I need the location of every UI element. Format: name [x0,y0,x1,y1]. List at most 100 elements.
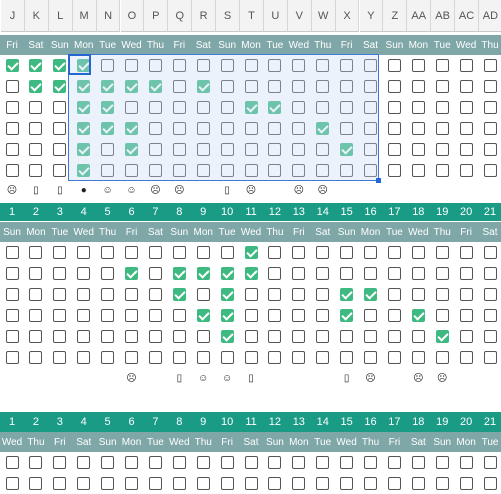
date-number[interactable]: 7 [143,203,167,221]
checkbox-unchecked[interactable] [364,351,378,364]
checkbox-unchecked[interactable] [411,246,425,259]
checkbox-cell[interactable] [359,284,383,305]
checkbox-cell[interactable] [406,473,430,494]
checkbox-cell[interactable] [359,139,383,160]
checkbox-unchecked[interactable] [53,164,67,177]
checkbox-cell[interactable] [239,118,263,139]
checkbox-checked[interactable] [244,246,258,259]
checkbox-cell[interactable] [24,139,48,160]
checkbox-cell[interactable] [120,263,144,284]
checkbox-unchecked[interactable] [411,267,425,280]
checkbox-cell[interactable] [454,263,478,284]
checkbox-unchecked[interactable] [268,267,282,280]
date-number[interactable]: 11 [239,412,263,432]
checkbox-checked[interactable] [29,59,43,72]
checkbox-unchecked[interactable] [125,309,139,322]
column-header[interactable]: Z [383,0,408,32]
checkbox-unchecked[interactable] [148,477,162,490]
checkbox-unchecked[interactable] [220,477,234,490]
checkbox-unchecked[interactable] [172,477,186,490]
checkbox-unchecked[interactable] [244,164,258,177]
checkbox-unchecked[interactable] [292,267,306,280]
checkbox-cell[interactable] [263,326,287,347]
checkbox-unchecked[interactable] [459,456,473,469]
checkbox-cell[interactable] [96,347,120,368]
checkbox-unchecked[interactable] [292,330,306,343]
checkbox-unchecked[interactable] [77,267,91,280]
checkbox-unchecked[interactable] [101,59,115,72]
checkbox-cell[interactable] [335,473,359,494]
checkbox-cell[interactable] [287,347,311,368]
checkbox-cell[interactable] [478,305,501,326]
checkbox-unchecked[interactable] [435,456,449,469]
checkbox-checked[interactable] [220,330,234,343]
checkbox-cell[interactable] [239,97,263,118]
fill-handle[interactable] [376,178,381,183]
checkbox-unchecked[interactable] [387,267,401,280]
checkbox-unchecked[interactable] [387,330,401,343]
checkbox-unchecked[interactable] [53,456,67,469]
checkbox-unchecked[interactable] [125,477,139,490]
checkbox-cell[interactable] [382,452,406,473]
checkbox-cell[interactable] [287,55,311,76]
checkbox-unchecked[interactable] [77,477,91,490]
weekday-label[interactable]: Sat [191,35,216,55]
checkbox-checked[interactable] [340,143,354,156]
checkbox-cell[interactable] [120,452,144,473]
checkbox-unchecked[interactable] [5,80,19,93]
checkbox-cell[interactable] [382,305,406,326]
checkbox-cell[interactable] [215,326,239,347]
date-number[interactable]: 13 [287,412,311,432]
checkbox-unchecked[interactable] [29,164,43,177]
checkbox-cell[interactable] [478,118,501,139]
weekday-label[interactable]: Fri [334,35,359,55]
checkbox-unchecked[interactable] [244,143,258,156]
checkbox-cell[interactable] [335,305,359,326]
checkbox-unchecked[interactable] [387,351,401,364]
checkbox-cell[interactable] [311,160,335,181]
checkbox-cell[interactable] [167,139,191,160]
checkbox-unchecked[interactable] [340,267,354,280]
checkbox-checked[interactable] [5,59,19,72]
checkbox-unchecked[interactable] [101,164,115,177]
checkbox-cell[interactable] [239,263,263,284]
checkbox-cell[interactable] [120,55,144,76]
checkbox-cell[interactable] [143,326,167,347]
checkbox-checked[interactable] [125,143,139,156]
checkbox-unchecked[interactable] [5,246,19,259]
checkbox-cell[interactable] [167,473,191,494]
checkbox-checked[interactable] [411,309,425,322]
checkbox-cell[interactable] [0,242,24,263]
checkbox-unchecked[interactable] [268,477,282,490]
checkbox-unchecked[interactable] [5,330,19,343]
checkbox-cell[interactable] [287,473,311,494]
checkbox-unchecked[interactable] [196,246,210,259]
weekday-label[interactable]: Wed [167,432,192,452]
checkbox-unchecked[interactable] [411,351,425,364]
checkbox-unchecked[interactable] [435,477,449,490]
weekday-label[interactable]: Thu [430,222,455,242]
checkbox-cell[interactable] [406,97,430,118]
checkbox-unchecked[interactable] [29,101,43,114]
column-header[interactable]: AA [407,0,432,32]
checkbox-cell[interactable] [239,284,263,305]
checkbox-cell[interactable] [72,473,96,494]
checkbox-unchecked[interactable] [172,309,186,322]
checkbox-checked[interactable] [316,122,330,135]
date-number[interactable]: 14 [311,203,335,221]
checkbox-cell[interactable] [478,473,501,494]
checkbox-unchecked[interactable] [148,288,162,301]
checkbox-unchecked[interactable] [387,288,401,301]
checkbox-unchecked[interactable] [172,143,186,156]
checkbox-unchecked[interactable] [364,330,378,343]
checkbox-unchecked[interactable] [148,267,162,280]
checkbox-cell[interactable] [287,242,311,263]
date-number[interactable]: 15 [335,203,359,221]
checkbox-unchecked[interactable] [101,330,115,343]
checkbox-cell[interactable] [96,118,120,139]
checkbox-unchecked[interactable] [220,246,234,259]
date-number[interactable]: 12 [263,203,287,221]
checkbox-unchecked[interactable] [435,59,449,72]
checkbox-unchecked[interactable] [220,164,234,177]
checkbox-unchecked[interactable] [459,59,473,72]
